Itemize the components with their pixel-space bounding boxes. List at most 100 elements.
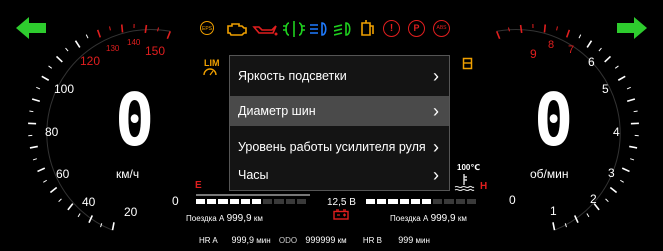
rpm-zero-label: 0 bbox=[509, 193, 516, 207]
fog-light-icon bbox=[283, 21, 305, 37]
speedometer-tick bbox=[31, 98, 41, 102]
trip-value: 999,9 bbox=[226, 213, 252, 224]
battery-voltage: 12,5 В bbox=[327, 197, 356, 208]
menu-item-label: Диаметр шин bbox=[238, 104, 316, 118]
menu-item-clock[interactable]: Часы › bbox=[230, 160, 449, 190]
speed-tick-label: 150 bbox=[145, 44, 166, 58]
tachometer-tick bbox=[564, 223, 567, 228]
coolant-bar-segment bbox=[455, 199, 465, 204]
coolant-bar-segment bbox=[399, 199, 409, 204]
hr-a-label: HR A bbox=[199, 236, 218, 245]
menu-item-label: Яркость подсветки bbox=[238, 69, 347, 83]
menu-item-tire-diameter[interactable]: Диаметр шин › bbox=[230, 96, 449, 126]
tachometer-tick bbox=[586, 213, 590, 218]
limiter-gauge-icon bbox=[203, 68, 217, 76]
menu-item-backlight-brightness[interactable]: Яркость подсветки › bbox=[230, 61, 449, 91]
speed-unit: км/ч bbox=[116, 167, 140, 181]
bottom-status-line: HR A 999,9 мин ODO 999999 км HR B 999 ми… bbox=[199, 235, 430, 245]
tachometer-tick bbox=[495, 31, 501, 40]
menu-item-steering-assist-level[interactable]: Уровень работы усилителя руля › bbox=[230, 132, 449, 162]
chevron-right-icon: › bbox=[433, 101, 439, 121]
chevron-right-icon: › bbox=[433, 66, 439, 86]
odo-label: ODO bbox=[278, 236, 298, 245]
seatbelt-icon bbox=[462, 57, 473, 70]
menu-item-label: Уровень работы усилителя руля bbox=[238, 140, 426, 154]
coolant-bar-segment bbox=[377, 199, 387, 204]
speedometer-tick bbox=[96, 29, 102, 38]
speedometer-tick bbox=[67, 203, 74, 211]
arrow-right-icon[interactable] bbox=[617, 17, 647, 39]
tachometer-tick bbox=[565, 29, 571, 38]
rpm-value: 0 bbox=[534, 78, 574, 162]
coolant-bar-segment bbox=[466, 199, 476, 204]
speed-tick-label: 100 bbox=[54, 82, 75, 96]
rpm-tick-label: 3 bbox=[608, 166, 615, 180]
fuel-bar-segment bbox=[274, 199, 284, 204]
trip-value: 999,9 bbox=[430, 213, 456, 224]
coolant-bar-segment bbox=[388, 199, 398, 204]
trip-label: Поездка А bbox=[186, 214, 225, 223]
rpm-tick-label: 5 bbox=[602, 82, 609, 96]
rpm-unit: об/мин bbox=[530, 167, 569, 181]
high-beam-icon bbox=[310, 22, 327, 36]
tachometer-tick bbox=[630, 158, 635, 161]
trip-a-left: Поездка А 999,9 км bbox=[186, 213, 263, 224]
fuel-bar-segment bbox=[240, 199, 250, 204]
odo-unit: км bbox=[337, 236, 347, 245]
speedometer-tick bbox=[85, 34, 89, 39]
coolant-temp-icon bbox=[454, 174, 475, 191]
chevron-right-icon: › bbox=[433, 137, 439, 157]
tachometer-tick bbox=[586, 40, 593, 48]
coolant-bar-segment bbox=[433, 199, 443, 204]
fuel-bar-segment bbox=[252, 199, 262, 204]
speed-tick-label: 140 bbox=[127, 38, 141, 47]
trip-unit: км bbox=[457, 214, 467, 223]
speedometer-tick bbox=[166, 31, 172, 40]
speedometer-tick bbox=[37, 167, 46, 173]
hr-b-label: HR B bbox=[362, 236, 382, 245]
coolant-level-bar bbox=[366, 199, 478, 205]
coolant-bar-segment bbox=[444, 199, 454, 204]
tachometer-tick bbox=[605, 198, 609, 203]
engine-icon bbox=[227, 23, 247, 36]
speedometer-tick bbox=[41, 75, 50, 81]
tachometer-tick bbox=[620, 179, 624, 183]
tachometer-tick bbox=[507, 27, 510, 32]
speedometer-tick bbox=[144, 24, 148, 34]
speedometer-tick bbox=[36, 86, 41, 90]
coolant-hot-label: H bbox=[480, 181, 488, 192]
speed-tick-label: 130 bbox=[106, 44, 120, 53]
tachometer-tick bbox=[578, 34, 582, 39]
tachometer-tick bbox=[629, 145, 638, 149]
trip-label: Поездка А bbox=[390, 214, 429, 223]
limiter-label: LIM bbox=[204, 58, 220, 68]
tachometer-tick bbox=[633, 110, 638, 113]
brake-warning-icon: ! bbox=[383, 20, 400, 37]
battery-icon bbox=[333, 209, 349, 220]
fuel-filter-icon bbox=[361, 20, 374, 36]
tachometer-tick bbox=[621, 167, 630, 173]
tachometer-tick bbox=[598, 47, 602, 52]
speedometer-tick bbox=[120, 24, 124, 33]
speedometer-tick bbox=[157, 27, 160, 32]
arrow-left-icon[interactable] bbox=[16, 17, 46, 39]
oil-icon bbox=[252, 25, 278, 36]
chevron-right-icon: › bbox=[433, 165, 439, 185]
tachometer-tick bbox=[556, 26, 558, 31]
speedometer-tick bbox=[100, 223, 103, 228]
menu-item-label: Часы bbox=[238, 168, 269, 182]
speedometer-tick bbox=[74, 40, 81, 48]
speed-tick-label: 20 bbox=[124, 205, 138, 219]
rpm-tick-label: 8 bbox=[548, 39, 555, 51]
speed-tick-label: 60 bbox=[56, 167, 70, 181]
speedometer-tick bbox=[29, 145, 38, 149]
speed-tick-label: 40 bbox=[82, 195, 96, 209]
rpm-tick-label: 2 bbox=[590, 192, 597, 206]
tachometer-tick bbox=[604, 55, 612, 63]
parking-brake-icon: P bbox=[408, 20, 425, 37]
rpm-tick-label: 9 bbox=[530, 47, 537, 61]
eps-icon: EPS bbox=[200, 21, 214, 35]
speedometer-tick bbox=[65, 47, 69, 52]
abs-icon: ABS bbox=[433, 20, 450, 37]
speedometer-tick bbox=[58, 198, 62, 203]
